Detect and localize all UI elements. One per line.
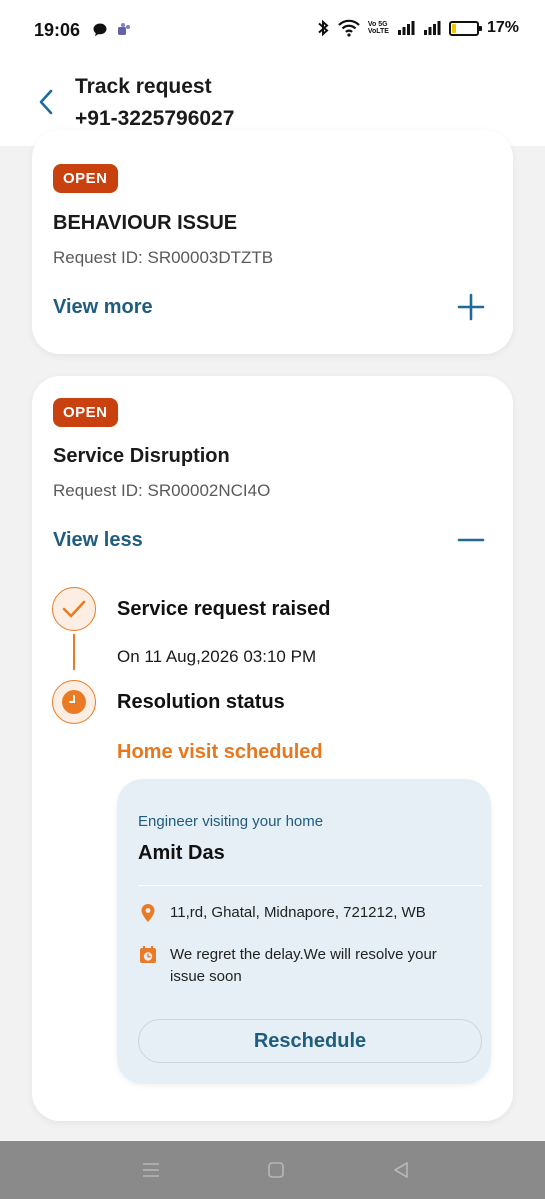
engineer-name: Amit Das — [138, 842, 225, 864]
engineer-address: 11,rd, Ghatal, Midnapore, 721212, WB — [170, 904, 426, 921]
location-pin-icon — [141, 904, 155, 922]
chat-bubble-icon — [93, 23, 107, 37]
volte-indicator: Vo 5G VoLTE — [368, 21, 389, 35]
status-bar: 19:06 Vo 5G VoLTE 17% — [0, 0, 545, 60]
request-title: Service Disruption — [53, 445, 230, 467]
clock-icon — [62, 690, 86, 714]
view-more-link[interactable]: View more — [53, 296, 153, 319]
timeline-resolution-title: Resolution status — [117, 691, 285, 713]
request-title: BEHAVIOUR ISSUE — [53, 212, 238, 234]
reschedule-button[interactable]: Reschedule — [138, 1019, 482, 1063]
request-id: Request ID: SR00003DTZTB — [53, 248, 274, 267]
recent-apps-button[interactable] — [140, 1159, 162, 1181]
timeline-raised-title: Service request raised — [117, 598, 331, 620]
back-triangle-icon — [394, 1162, 408, 1178]
minus-icon[interactable] — [457, 526, 485, 554]
volte-line2: VoLTE — [367, 28, 389, 35]
status-notification-icons — [92, 22, 132, 38]
status-badge: OPEN — [53, 164, 118, 193]
teams-icon — [118, 23, 130, 35]
status-system-icons: Vo 5G VoLTE 17% — [316, 19, 519, 37]
signal-strength-icon-2 — [423, 21, 441, 35]
battery-percent: 17% — [486, 19, 519, 36]
page-subtitle-phone: +91-3225796027 — [75, 107, 235, 130]
engineer-message: We regret the delay.We will resolve your… — [170, 946, 437, 985]
status-time: 19:06 — [34, 20, 81, 40]
engineer-label: Engineer visiting your home — [138, 813, 324, 830]
system-nav-bar — [0, 1141, 545, 1199]
page-title: Track request — [75, 75, 212, 98]
back-nav-button[interactable] — [390, 1159, 412, 1181]
chevron-left-icon — [39, 89, 53, 115]
home-button[interactable] — [265, 1159, 287, 1181]
signal-strength-icon — [397, 21, 415, 35]
timeline-connector — [73, 634, 75, 670]
check-icon — [62, 600, 86, 618]
menu-icon — [143, 1163, 159, 1177]
wifi-icon — [338, 19, 360, 37]
bluetooth-icon — [318, 19, 329, 37]
home-square-icon — [268, 1162, 284, 1178]
request-card: OPEN BEHAVIOUR ISSUE Request ID: SR00003… — [32, 130, 513, 354]
volte-line1: Vo 5G — [367, 21, 388, 28]
divider — [138, 885, 482, 886]
engineer-visit-panel: Engineer visiting your home Amit Das 11,… — [117, 779, 491, 1084]
calendar-clock-icon — [140, 946, 156, 963]
view-less-link[interactable]: View less — [53, 529, 143, 552]
timeline-step-raised — [52, 587, 96, 631]
resolution-status: Home visit scheduled — [117, 741, 323, 763]
plus-icon[interactable] — [457, 293, 485, 321]
back-button[interactable] — [30, 86, 62, 118]
battery-fill — [451, 23, 457, 33]
request-card-expanded: OPEN Service Disruption Request ID: SR00… — [32, 376, 513, 1121]
timeline-raised-date: On 11 Aug,2026 03:10 PM — [117, 647, 317, 666]
status-badge: OPEN — [53, 398, 118, 427]
battery-icon — [448, 20, 482, 36]
request-id: Request ID: SR00002NCI4O — [53, 481, 271, 500]
timeline-step-resolution — [52, 680, 96, 724]
